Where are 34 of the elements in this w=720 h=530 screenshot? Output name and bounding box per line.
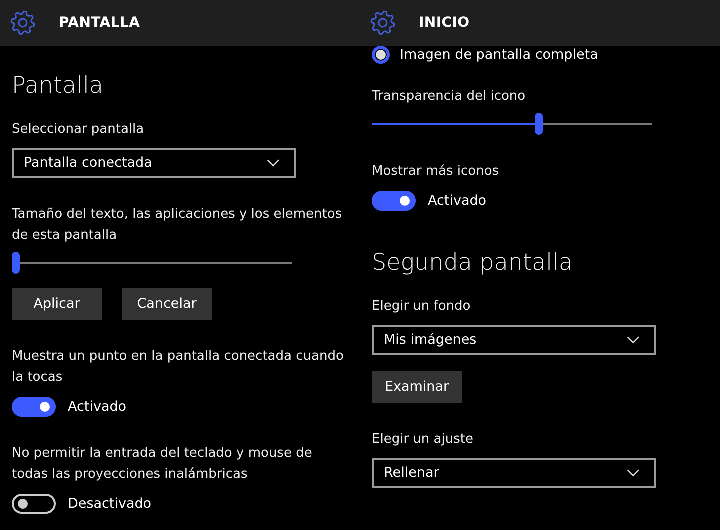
radio-label: Imagen de pantalla completa	[400, 47, 598, 63]
slider[interactable]	[12, 252, 292, 274]
setting-label: No permitir la entrada del teclado y mouse de todas las proyecciones inalámbricas	[12, 445, 314, 484]
section-heading: Pantalla	[12, 72, 104, 101]
slider-thumb[interactable]	[535, 113, 544, 135]
dropdown[interactable]: Mis imágenes	[372, 325, 656, 355]
button[interactable]: Examinar	[372, 371, 462, 403]
page-title: PANTALLA	[59, 15, 140, 31]
dropdown[interactable]: Rellenar	[372, 458, 656, 488]
chevron-down-icon	[267, 159, 280, 167]
setting-label: Tamaño del texto, las aplicaciones y los elementos de esta pantalla	[12, 206, 344, 245]
toggle-state-text: Activado	[428, 193, 487, 209]
settings-icon	[10, 10, 36, 36]
setting-label: Mostrar más iconos	[372, 163, 500, 181]
slider[interactable]	[372, 113, 652, 135]
chevron-down-icon	[627, 336, 640, 344]
slider-thumb[interactable]	[12, 252, 20, 274]
button[interactable]: Aplicar	[12, 288, 102, 320]
setting-label: Transparencia del icono	[372, 88, 527, 106]
setting-label: Muestra un punto en la pantalla conectada cuando la tocas	[12, 348, 345, 387]
toggle-state-text: Desactivado	[68, 496, 152, 512]
chevron-down-icon	[627, 469, 640, 477]
setting-label: Seleccionar pantalla	[12, 121, 146, 139]
section-heading: Segunda pantalla	[372, 249, 573, 278]
radio-button[interactable]	[372, 46, 390, 64]
page-title: INICIO	[419, 15, 470, 31]
setting-label: Elegir un fondo	[372, 298, 472, 316]
toggle-switch[interactable]	[372, 191, 416, 211]
toggle-state-text: Activado	[68, 399, 127, 415]
dropdown[interactable]: Pantalla conectada	[12, 148, 296, 178]
setting-label: Elegir un ajuste	[372, 431, 474, 449]
button[interactable]: Cancelar	[122, 288, 212, 320]
toggle-switch[interactable]	[12, 397, 56, 417]
settings-icon	[370, 10, 396, 36]
